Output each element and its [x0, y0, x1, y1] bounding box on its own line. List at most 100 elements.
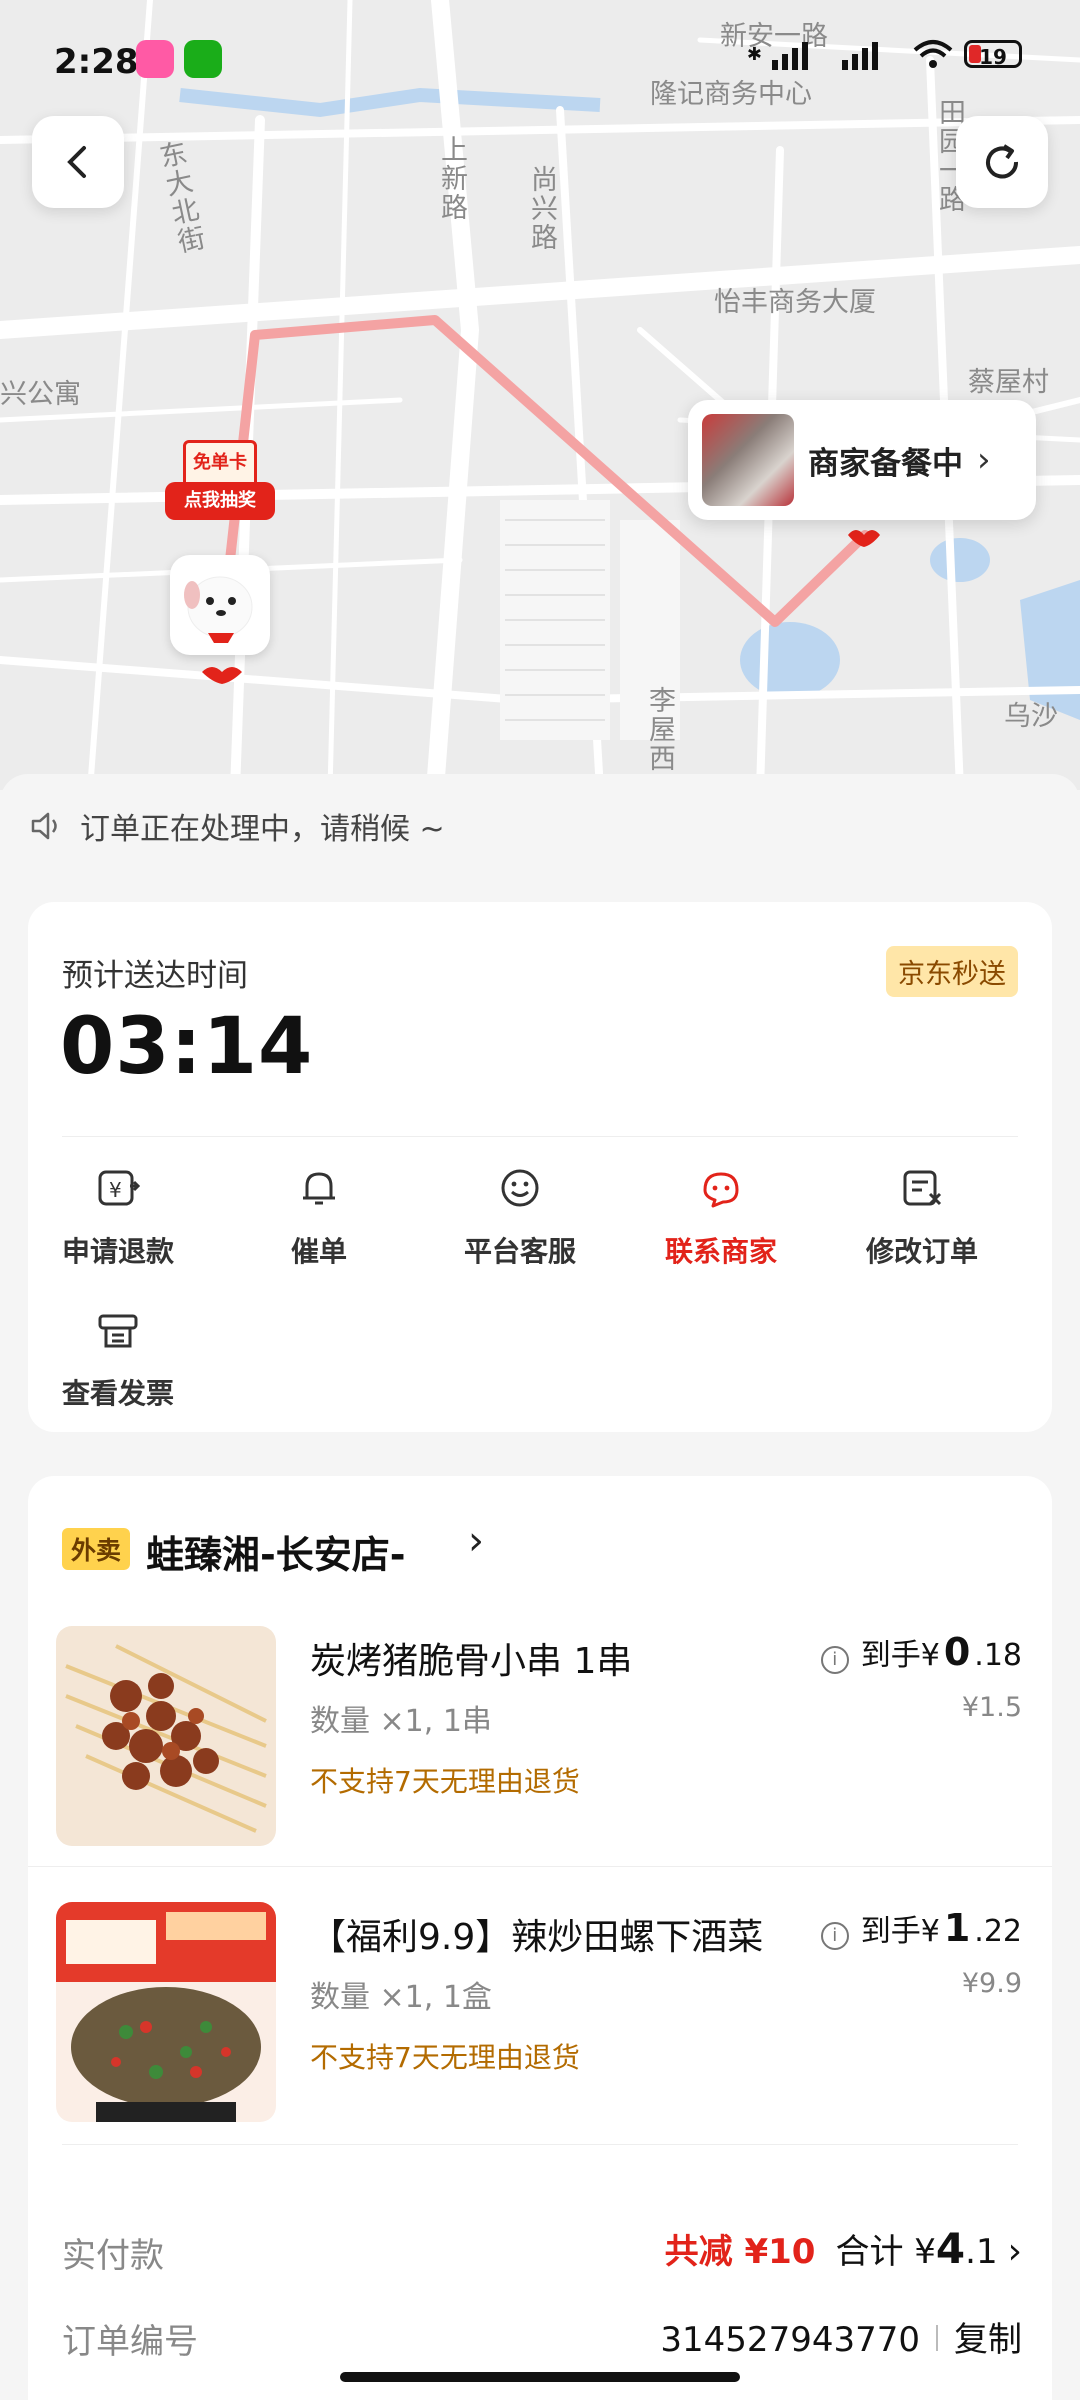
chevron-left-icon: [67, 146, 86, 178]
order-number-row: 314527943770 复制: [660, 2312, 1022, 2361]
refund-label: 申请退款: [61, 1235, 174, 1268]
bell-icon: [303, 1172, 335, 1205]
item-image: [56, 1626, 276, 1846]
total-prefix: 合计 ¥: [835, 2232, 936, 2272]
app-notification-icon: [136, 40, 174, 78]
invoice-button[interactable]: 查看发票: [28, 1306, 208, 1412]
payment-summary[interactable]: 共减 ¥10 合计 ¥4.1 ›: [665, 2224, 1022, 2273]
wifi-icon: [913, 40, 953, 68]
chevron-right-icon: ›: [468, 1518, 484, 1564]
merchant-status-card[interactable]: 商家备餐中 ›: [688, 400, 1036, 520]
smile-icon: [501, 1169, 539, 1207]
snails-image: [56, 1902, 276, 2122]
item-original-price: ¥9.9: [961, 1968, 1022, 1999]
back-button[interactable]: [32, 116, 124, 208]
refund-icon: ¥: [98, 1170, 140, 1206]
signal-icon: [842, 42, 878, 70]
street-label: 上新路: [436, 135, 467, 222]
street-label: 李屋西: [644, 686, 675, 773]
total-decimal: .1: [965, 2232, 998, 2272]
invoice-label: 查看发票: [61, 1377, 174, 1410]
merchant-thumbnail: [702, 414, 794, 506]
item-final-price: i 到手¥ 0 .18: [820, 1630, 1022, 1674]
invoice-icon: [98, 1314, 138, 1348]
price-decimal: .18: [974, 1638, 1022, 1673]
chevron-right-icon: ›: [977, 440, 991, 480]
shop-name: 蛙臻湘-长安店-: [146, 1533, 406, 1577]
copy-button[interactable]: 复制: [954, 2312, 1022, 2361]
item-original-price: ¥1.5: [961, 1692, 1022, 1723]
chevron-right-icon: ›: [1007, 2231, 1022, 2272]
signal-icon: [772, 42, 808, 70]
place-label: 兴公寓: [0, 379, 81, 410]
street-label: 尚兴路: [526, 165, 557, 252]
merchant-status-label: 商家备餐中: [808, 445, 963, 482]
item-quantity: 数量 ×1, 1盒: [310, 1980, 492, 2015]
order-number: 314527943770: [660, 2320, 920, 2360]
jd-express-badge: 京东秒送: [886, 946, 1018, 997]
svg-text:¥: ¥: [109, 1178, 122, 1202]
divider: [62, 1136, 1018, 1137]
order-number-label: 订单编号: [62, 2322, 198, 2362]
customer-service-button[interactable]: 平台客服: [430, 1164, 610, 1270]
battery-icon: 19: [964, 40, 1022, 68]
edit-order-label: 修改订单: [865, 1235, 978, 1268]
item-quantity: 数量 ×1, 1串: [310, 1704, 492, 1739]
order-item[interactable]: 【福利9.9】辣炒田螺下酒菜 数量 ×1, 1盒 不支持7天无理由退货 i 到手…: [28, 1872, 1052, 2142]
total-integer: 4: [935, 2224, 966, 2273]
map-view[interactable]: 新安一路 隆记商务中心 东大北街 上新路 尚兴路 田园一路 怡丰商务大厦 蔡屋村…: [0, 0, 1080, 790]
contact-merchant-button[interactable]: 联系商家: [631, 1164, 811, 1270]
price-prefix: 到手¥: [860, 1638, 940, 1673]
urge-label: 催单: [290, 1235, 347, 1268]
refresh-button[interactable]: [956, 116, 1048, 208]
notice-text: 订单正在处理中，请稍候 ~: [80, 812, 445, 847]
edit-order-button[interactable]: 修改订单: [832, 1164, 1012, 1270]
wechat-icon: [184, 40, 222, 78]
store-chat-icon: [703, 1172, 739, 1208]
item-final-price: i 到手¥ 1 .22: [820, 1906, 1022, 1950]
poi-label: 怡丰商务大厦: [714, 287, 876, 318]
home-indicator[interactable]: [340, 2372, 740, 2382]
item-return-policy: 不支持7天无理由退货: [310, 2041, 580, 2074]
delivery-card: 预计送达时间 03:14 京东秒送 ¥ 申请退款 催单 平台客服 联系商家 修改…: [28, 902, 1052, 1432]
customer-service-label: 平台客服: [463, 1235, 576, 1268]
refresh-icon: [986, 144, 1019, 179]
status-bar: 2:28 ✱ 19: [0, 0, 1080, 120]
jd-dog-icon: [184, 576, 253, 643]
order-sheet: 订单正在处理中，请稍候 ~ 预计送达时间 03:14 京东秒送 ¥ 申请退款 催…: [0, 774, 1080, 2400]
eta-time: 03:14: [60, 1002, 314, 1092]
speaker-icon: [31, 812, 57, 840]
separator: [936, 2325, 938, 2351]
divider: [62, 2144, 1018, 2145]
skewers-image: [56, 1626, 276, 1846]
bluetooth-icon: ✱: [746, 43, 762, 65]
info-icon[interactable]: i: [820, 1645, 849, 1674]
contact-merchant-label: 联系商家: [664, 1235, 777, 1268]
price-decimal: .22: [974, 1914, 1022, 1949]
info-icon[interactable]: i: [820, 1921, 849, 1950]
processing-notice: 订单正在处理中，请稍候 ~: [30, 804, 445, 848]
place-label: 蔡屋村: [968, 367, 1049, 398]
divider: [28, 1866, 1052, 1867]
price-prefix: 到手¥: [860, 1914, 940, 1949]
item-return-policy: 不支持7天无理由退货: [310, 1765, 580, 1798]
order-card: 外卖 蛙臻湘-长安店- › 炭烤猪脆骨小串 1串 数量 ×1, 1串 不支持7天…: [28, 1476, 1052, 2400]
item-image: [56, 1902, 276, 2122]
lottery-label: 点我抽奖: [165, 482, 275, 520]
item-title: 炭烤猪脆骨小串 1串: [310, 1641, 633, 1682]
rider-avatar: [170, 555, 270, 655]
refund-button[interactable]: ¥ 申请退款: [28, 1164, 208, 1270]
eta-label: 预计送达时间: [62, 958, 248, 994]
place-label: 乌沙: [1004, 701, 1058, 732]
status-time: 2:28: [54, 42, 139, 82]
lottery-badge[interactable]: 免单卡 点我抽奖: [165, 440, 275, 530]
order-item[interactable]: 炭烤猪脆骨小串 1串 数量 ×1, 1串 不支持7天无理由退货 i 到手¥ 0 …: [28, 1596, 1052, 1866]
paid-label: 实付款: [62, 2236, 164, 2276]
takeout-tag: 外卖: [62, 1528, 131, 1570]
discount-amount: 共减 ¥10: [664, 2232, 816, 2272]
urge-button[interactable]: 催单: [229, 1164, 409, 1270]
item-title: 【福利9.9】辣炒田螺下酒菜: [310, 1917, 764, 1958]
price-integer: 1: [943, 1906, 971, 1950]
edit-order-icon: [903, 1170, 942, 1206]
price-integer: 0: [943, 1630, 971, 1674]
